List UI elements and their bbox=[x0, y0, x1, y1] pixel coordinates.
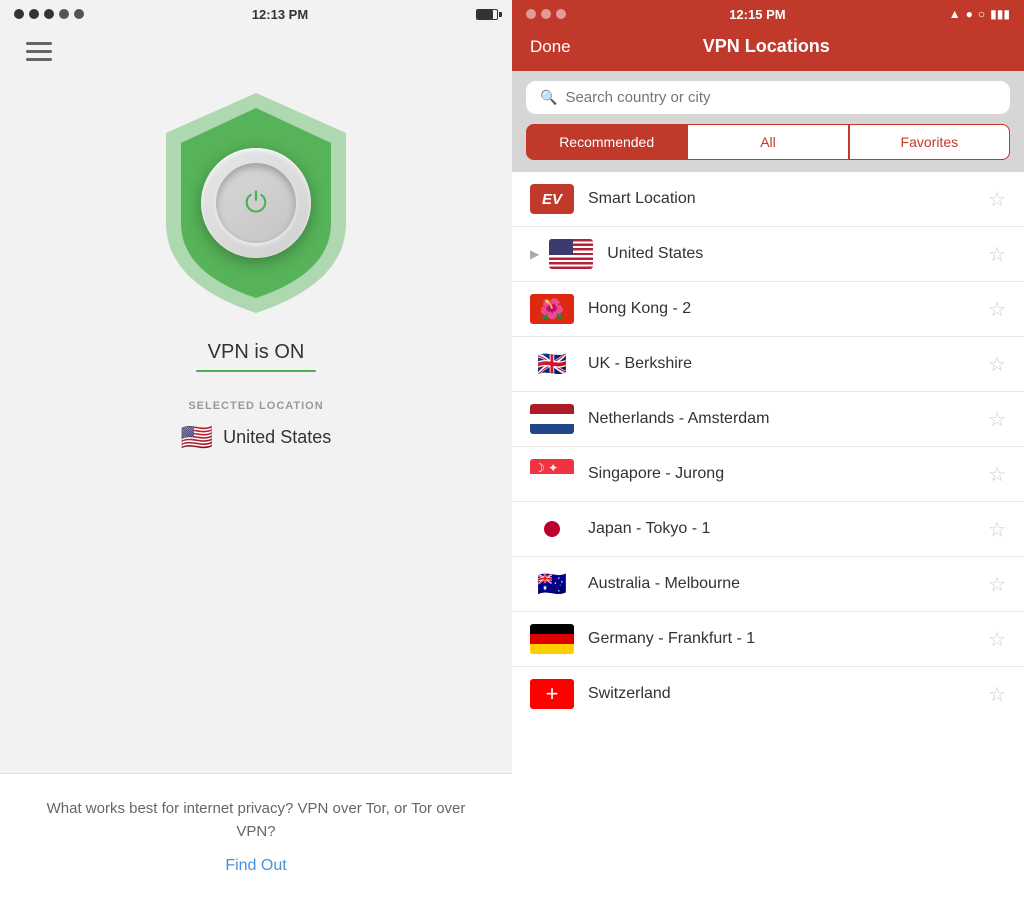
bottom-card-text: What works best for internet privacy? VP… bbox=[28, 798, 484, 843]
dot-3 bbox=[44, 9, 54, 19]
sg-location-name: Singapore - Jurong bbox=[588, 465, 974, 483]
right-status-bar: 12:15 PM ▲ ● ○ ▮▮▮ bbox=[512, 0, 1024, 28]
flag-jp bbox=[530, 514, 574, 544]
location-item-sg[interactable]: ☽ ✦ Singapore - Jurong ☆ bbox=[512, 447, 1024, 502]
us-location-star[interactable]: ☆ bbox=[988, 242, 1006, 267]
left-time: 12:13 PM bbox=[252, 7, 308, 22]
bottom-card: What works best for internet privacy? VP… bbox=[0, 773, 512, 905]
smart-location-icon: EV bbox=[530, 184, 574, 214]
location-item-smart[interactable]: EV Smart Location ☆ bbox=[512, 172, 1024, 227]
flag-ch bbox=[530, 679, 574, 709]
search-bar-container: 🔍 bbox=[512, 71, 1024, 124]
selected-location-value: 🇺🇸 United States bbox=[181, 422, 331, 453]
hamburger-line-2 bbox=[26, 50, 52, 53]
power-icon: ⏻ bbox=[245, 187, 267, 220]
flag-hk: 🌺 bbox=[530, 294, 574, 324]
power-button[interactable]: ⏻ bbox=[201, 148, 311, 258]
location-item-hk[interactable]: 🌺 Hong Kong - 2 ☆ bbox=[512, 282, 1024, 337]
right-status-right: ▲ ● ○ ▮▮▮ bbox=[949, 7, 1010, 21]
au-location-star[interactable]: ☆ bbox=[988, 572, 1006, 597]
location-item-uk[interactable]: 🇬🇧 UK - Berkshire ☆ bbox=[512, 337, 1024, 392]
done-button[interactable]: Done bbox=[530, 37, 571, 57]
dot-5 bbox=[74, 9, 84, 19]
us-flag-icon: 🇺🇸 bbox=[181, 422, 213, 453]
uk-location-name: UK - Berkshire bbox=[588, 355, 974, 373]
selected-location-label: SELECTED LOCATION bbox=[188, 400, 323, 412]
tab-recommended[interactable]: Recommended bbox=[526, 124, 687, 160]
flag-us bbox=[549, 239, 593, 269]
r-dot-2 bbox=[541, 9, 551, 19]
flag-de bbox=[530, 624, 574, 654]
left-status-right bbox=[476, 9, 498, 20]
flag-nl bbox=[530, 404, 574, 434]
location-item-ch[interactable]: Switzerland ☆ bbox=[512, 667, 1024, 721]
smart-location-star[interactable]: ☆ bbox=[988, 187, 1006, 212]
location-item-de[interactable]: Germany - Frankfurt - 1 ☆ bbox=[512, 612, 1024, 667]
vpn-status-text: VPN is ON bbox=[208, 341, 305, 364]
flag-au: 🇦🇺 bbox=[530, 569, 574, 599]
signal-icon: ▲ bbox=[949, 7, 961, 21]
battery-right-icon: ▮▮▮ bbox=[990, 7, 1010, 21]
expand-arrow-us: ▶ bbox=[530, 247, 539, 261]
right-panel: 12:15 PM ▲ ● ○ ▮▮▮ Done VPN Locations 🔍 … bbox=[512, 0, 1024, 905]
nl-location-name: Netherlands - Amsterdam bbox=[588, 410, 974, 428]
jp-location-star[interactable]: ☆ bbox=[988, 517, 1006, 542]
uk-location-star[interactable]: ☆ bbox=[988, 352, 1006, 377]
vpn-status-line bbox=[196, 370, 316, 372]
right-time: 12:15 PM bbox=[729, 7, 785, 22]
jp-location-name: Japan - Tokyo - 1 bbox=[588, 520, 974, 538]
location-item-au[interactable]: 🇦🇺 Australia - Melbourne ☆ bbox=[512, 557, 1024, 612]
hk-location-star[interactable]: ☆ bbox=[988, 297, 1006, 322]
battery-icon bbox=[476, 9, 498, 20]
tab-all[interactable]: All bbox=[687, 124, 848, 160]
power-button-inner: ⏻ bbox=[216, 163, 296, 243]
left-status-bar: 12:13 PM bbox=[0, 0, 512, 28]
shield-container: ⏻ bbox=[146, 83, 366, 323]
wifi-icon: ● bbox=[966, 7, 973, 21]
tabs-container: Recommended All Favorites bbox=[512, 124, 1024, 172]
au-location-name: Australia - Melbourne bbox=[588, 575, 974, 593]
hk-location-name: Hong Kong - 2 bbox=[588, 300, 974, 318]
de-location-star[interactable]: ☆ bbox=[988, 627, 1006, 652]
us-location-name: United States bbox=[607, 245, 974, 263]
ch-location-star[interactable]: ☆ bbox=[988, 682, 1006, 707]
nl-location-star[interactable]: ☆ bbox=[988, 407, 1006, 432]
hamburger-line-1 bbox=[26, 42, 52, 45]
location-item-jp[interactable]: Japan - Tokyo - 1 ☆ bbox=[512, 502, 1024, 557]
ch-location-name: Switzerland bbox=[588, 685, 974, 703]
r-dot-1 bbox=[526, 9, 536, 19]
status-dots bbox=[14, 9, 84, 19]
left-panel: 12:13 PM ⏻ VPN is ON SELECTED LOCATION 🇺… bbox=[0, 0, 512, 905]
hamburger-line-3 bbox=[26, 58, 52, 61]
search-bar: 🔍 bbox=[526, 81, 1010, 114]
location-item-nl[interactable]: Netherlands - Amsterdam ☆ bbox=[512, 392, 1024, 447]
dot-4 bbox=[59, 9, 69, 19]
smart-location-name: Smart Location bbox=[588, 190, 974, 208]
dot-1 bbox=[14, 9, 24, 19]
vpn-header: Done VPN Locations bbox=[512, 28, 1024, 71]
sg-location-star[interactable]: ☆ bbox=[988, 462, 1006, 487]
vpn-locations-title: VPN Locations bbox=[703, 36, 830, 57]
location-list: EV Smart Location ☆ ▶ United States ☆ 🌺 … bbox=[512, 172, 1024, 905]
search-input[interactable] bbox=[565, 89, 996, 106]
flag-sg: ☽ ✦ bbox=[530, 459, 574, 489]
flag-uk: 🇬🇧 bbox=[530, 349, 574, 379]
search-icon: 🔍 bbox=[540, 89, 557, 106]
tab-favorites[interactable]: Favorites bbox=[849, 124, 1010, 160]
selected-location-name: United States bbox=[223, 427, 331, 448]
location-item-us[interactable]: ▶ United States ☆ bbox=[512, 227, 1024, 282]
dot-2 bbox=[29, 9, 39, 19]
menu-button[interactable] bbox=[20, 36, 58, 67]
right-status-dots bbox=[526, 9, 566, 19]
find-out-link[interactable]: Find Out bbox=[28, 857, 484, 875]
de-location-name: Germany - Frankfurt - 1 bbox=[588, 630, 974, 648]
clock-icon: ○ bbox=[978, 7, 985, 21]
r-dot-3 bbox=[556, 9, 566, 19]
